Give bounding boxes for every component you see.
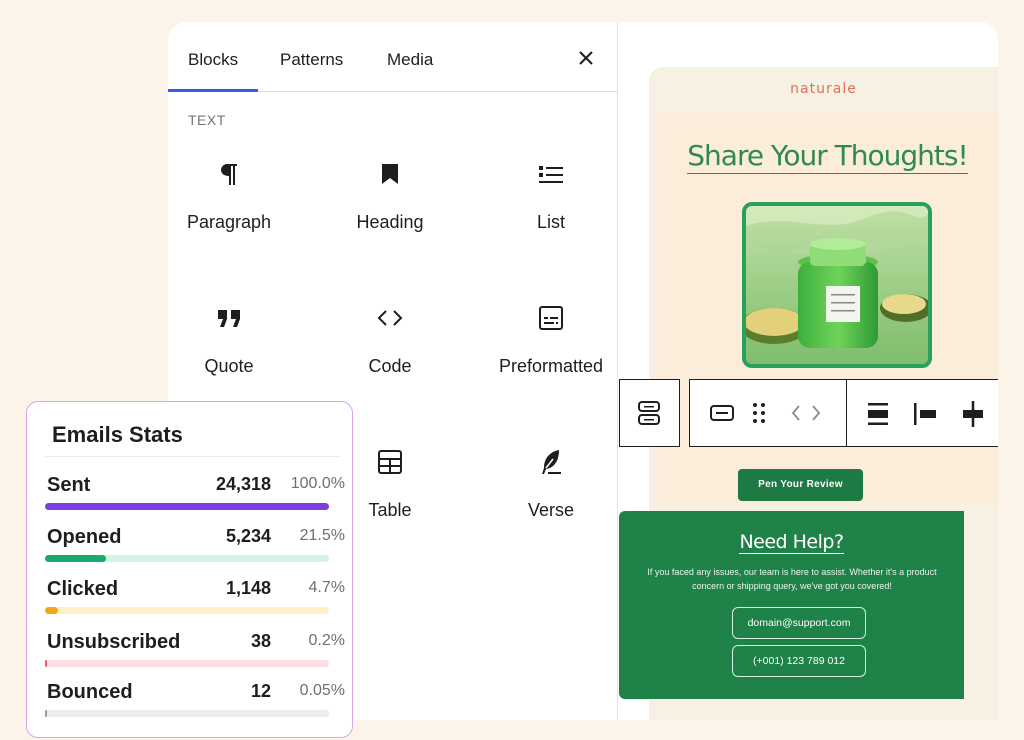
stat-count: 24,318	[215, 474, 271, 494]
block-toolbar-alignment	[846, 379, 998, 447]
block-verse[interactable]: Verse	[476, 432, 626, 552]
help-description: If you faced any issues, our team is her…	[647, 567, 937, 591]
stat-count: 38	[250, 631, 271, 651]
bookmark-icon	[374, 158, 406, 190]
stat-row-bounced: Bounced 12 0.05%	[45, 681, 345, 721]
stat-bar-fill	[45, 660, 48, 667]
stat-name: Opened	[47, 526, 122, 548]
tab-media[interactable]: Media	[387, 50, 433, 70]
support-email-button[interactable]: domain@support.com	[732, 607, 866, 639]
block-label: Paragraph	[186, 212, 272, 232]
block-list[interactable]: List	[476, 144, 626, 264]
stat-row-clicked: Clicked 1,148 4.7%	[45, 578, 345, 618]
stat-bar-track	[45, 555, 329, 562]
stat-percent: 0.05%	[299, 682, 345, 699]
feather-icon	[535, 446, 567, 478]
tab-blocks[interactable]: Blocks	[188, 50, 238, 70]
stat-count: 5,234	[225, 526, 271, 546]
stat-percent: 21.5%	[299, 527, 345, 544]
align-left-icon[interactable]	[913, 402, 937, 431]
close-icon[interactable]	[574, 46, 598, 70]
block-paragraph[interactable]: Paragraph	[168, 144, 304, 264]
block-label: Preformatted	[498, 356, 604, 376]
stat-bar-fill	[45, 503, 329, 510]
stats-title: Emails Stats	[52, 422, 183, 447]
move-arrows-icon[interactable]	[790, 404, 822, 427]
block-label: Quote	[204, 356, 254, 376]
vertical-align-icon[interactable]	[961, 400, 985, 433]
help-heading: Need Help?	[739, 531, 844, 554]
block-heading[interactable]: Heading	[315, 144, 465, 264]
stat-name: Sent	[47, 474, 91, 496]
help-section[interactable]: Need Help? If you faced any issues, our …	[619, 511, 964, 699]
stat-name: Bounced	[47, 681, 133, 703]
stat-bar-fill	[45, 607, 59, 614]
drag-handle-icon[interactable]	[752, 402, 766, 429]
block-label: Code	[368, 356, 412, 376]
block-label: List	[536, 212, 565, 232]
tab-patterns[interactable]: Patterns	[280, 50, 343, 70]
list-icon	[535, 158, 567, 190]
block-label: Verse	[527, 500, 575, 520]
stat-percent: 0.2%	[308, 632, 345, 649]
table-icon	[374, 446, 406, 478]
divider	[45, 456, 340, 457]
stat-row-sent: Sent 24,318 100.0%	[45, 474, 345, 514]
brand-logo: naturale	[790, 81, 857, 97]
code-icon	[374, 302, 406, 334]
stat-percent: 100.0%	[290, 475, 345, 492]
block-toolbar-main	[689, 379, 847, 447]
product-image[interactable]	[742, 202, 932, 368]
stat-bar-track	[45, 660, 329, 667]
block-code[interactable]: Code	[315, 288, 465, 408]
stat-count: 12	[250, 681, 271, 701]
stat-row-unsubscribed: Unsubscribed 38 0.2%	[45, 631, 345, 671]
stat-name: Unsubscribed	[47, 631, 181, 653]
stat-bar-fill	[45, 555, 107, 562]
button-block-icon[interactable]	[709, 404, 735, 427]
support-phone-button[interactable]: (+001) 123 789 012	[732, 645, 866, 677]
pen-your-review-button[interactable]: Pen Your Review	[738, 469, 863, 501]
email-preview-canvas: naturale Share Your Thoughts! Pen Your R…	[619, 22, 998, 720]
quote-icon	[213, 302, 245, 334]
inserter-tabs: Blocks Patterns Media	[168, 22, 618, 92]
stat-name: Clicked	[47, 578, 119, 600]
stack-icon[interactable]	[637, 400, 661, 431]
email-stats-card: Emails Stats Sent 24,318 100.0% Opened 5…	[26, 401, 353, 738]
align-center-icon[interactable]	[867, 402, 889, 431]
stat-bar-track	[45, 710, 329, 717]
hero-heading[interactable]: Share Your Thoughts!	[657, 139, 998, 174]
active-tab-indicator	[168, 89, 258, 92]
stat-percent: 4.7%	[308, 579, 345, 596]
paragraph-icon	[213, 158, 245, 190]
block-parent-selector[interactable]	[619, 379, 680, 447]
block-preformatted[interactable]: Preformatted	[476, 288, 626, 408]
stat-bar-track	[45, 503, 329, 510]
stat-bar-fill	[45, 710, 48, 717]
preformatted-icon	[535, 302, 567, 334]
block-label: Heading	[356, 212, 424, 232]
stat-bar-track	[45, 607, 329, 614]
stat-count: 1,148	[225, 578, 271, 598]
stat-row-opened: Opened 5,234 21.5%	[45, 526, 345, 566]
block-quote[interactable]: Quote	[168, 288, 304, 408]
section-label-text: TEXT	[188, 112, 226, 128]
